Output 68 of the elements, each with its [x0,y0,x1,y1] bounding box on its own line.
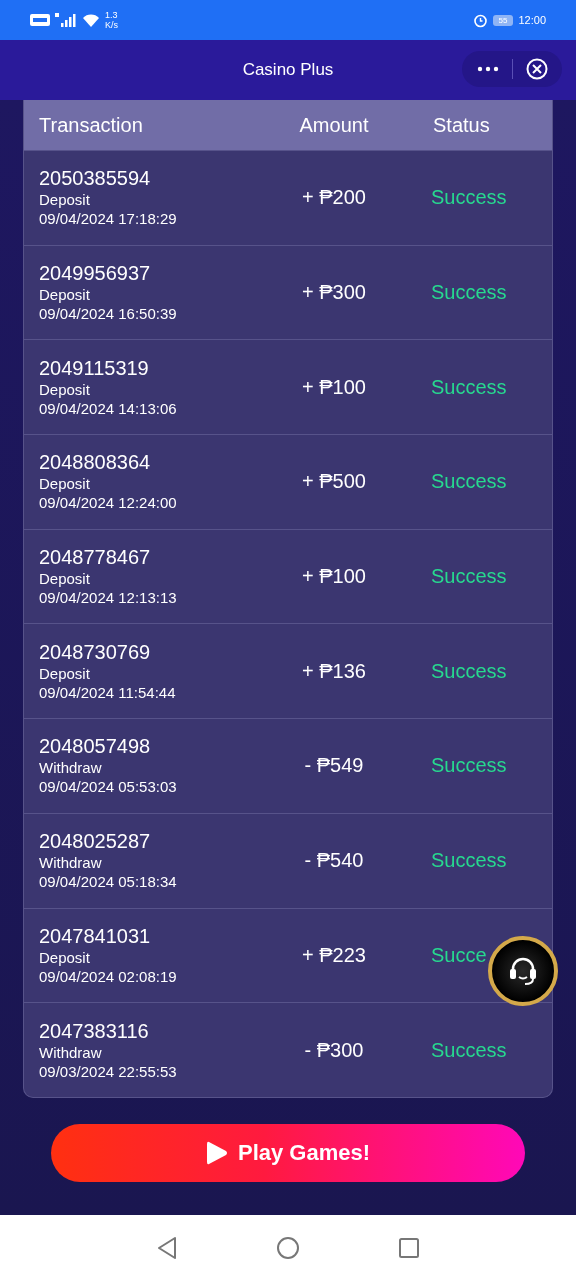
transaction-status: Success [431,281,507,304]
transaction-type: Withdraw [39,1042,102,1062]
transaction-type: Deposit [39,663,90,683]
transaction-date: 09/04/2024 12:13:13 [39,588,177,608]
app-title: Casino Plus [242,60,334,80]
transaction-id: 2049956937 [39,262,151,286]
transaction-id: 2048025287 [39,830,151,854]
transaction-status: Success [431,470,507,493]
recents-icon[interactable] [398,1236,420,1259]
column-header: Amount [298,113,370,137]
transaction-date: 09/04/2024 17:18:29 [39,209,177,229]
transaction-amount: + ₱100 [302,375,366,398]
back-icon[interactable] [156,1235,178,1260]
transaction-type: Deposit [39,285,90,305]
transaction-amount: - ₱549 [304,754,364,777]
transaction-id: 2048808364 [39,451,151,475]
transaction-date: 09/04/2024 12:24:00 [39,493,177,513]
alarm-icon [472,12,488,28]
transaction-amount: + ₱100 [302,565,366,588]
transaction-status: Success [431,186,507,209]
transaction-status: Success [431,565,507,588]
column-header: Transaction [38,113,144,137]
transaction-status: Success [431,1038,507,1061]
transaction-date: 09/03/2024 22:55:53 [39,1061,177,1081]
signal-icon [55,13,77,27]
clock: 12:00 [518,14,546,26]
wifi-icon [82,13,100,27]
network-speed: 1.3 [105,10,118,20]
transaction-type: Deposit [39,947,90,967]
transaction-date: 09/04/2024 16:50:39 [39,304,177,324]
transaction-type: Deposit [39,379,90,399]
transaction-status: Success [431,754,507,777]
transaction-amount: + ₱300 [302,281,366,304]
transaction-amount: - ₱540 [304,849,364,872]
transaction-type: Deposit [39,190,90,210]
transaction-status: Success [431,659,507,682]
transaction-amount: - ₱300 [304,1038,364,1061]
play-icon [205,1139,228,1166]
transaction-id: 2048778467 [39,546,151,570]
transaction-id: 2048057498 [39,735,151,759]
transaction-status: Success [431,375,507,398]
transaction-id: 2050385594 [39,167,151,191]
transaction-amount: + ₱136 [302,659,366,682]
transaction-date: 09/04/2024 11:54:44 [39,682,176,702]
transaction-date: 09/04/2024 05:18:34 [39,872,177,892]
transaction-date: 09/04/2024 02:08:19 [39,966,177,986]
transaction-id: 2047841031 [39,924,151,948]
transaction-status: Success [431,849,507,872]
transaction-id: 2049115319 [39,356,149,380]
transaction-id: 2048730769 [39,640,151,664]
transaction-status: Succe [431,943,487,966]
column-header: Status [432,113,491,137]
transaction-amount: + ₱500 [302,470,366,493]
more-icon[interactable] [476,66,499,72]
transaction-type: Withdraw [39,758,102,778]
play-games-button[interactable]: Play Games! [51,1123,525,1182]
transaction-amount: + ₱223 [302,943,366,966]
transaction-date: 09/04/2024 05:53:03 [39,777,177,797]
transaction-type: Deposit [39,474,90,494]
network-speed-unit: K/s [105,20,118,30]
home-icon[interactable] [276,1235,300,1260]
battery-level: 55 [492,14,514,26]
close-icon[interactable] [525,58,548,80]
transaction-amount: + ₱200 [302,186,366,209]
transaction-type: Deposit [39,569,90,589]
transaction-date: 09/04/2024 14:13:06 [39,398,177,418]
transaction-type: Withdraw [39,853,102,873]
transaction-id: 2047383116 [39,1019,149,1043]
